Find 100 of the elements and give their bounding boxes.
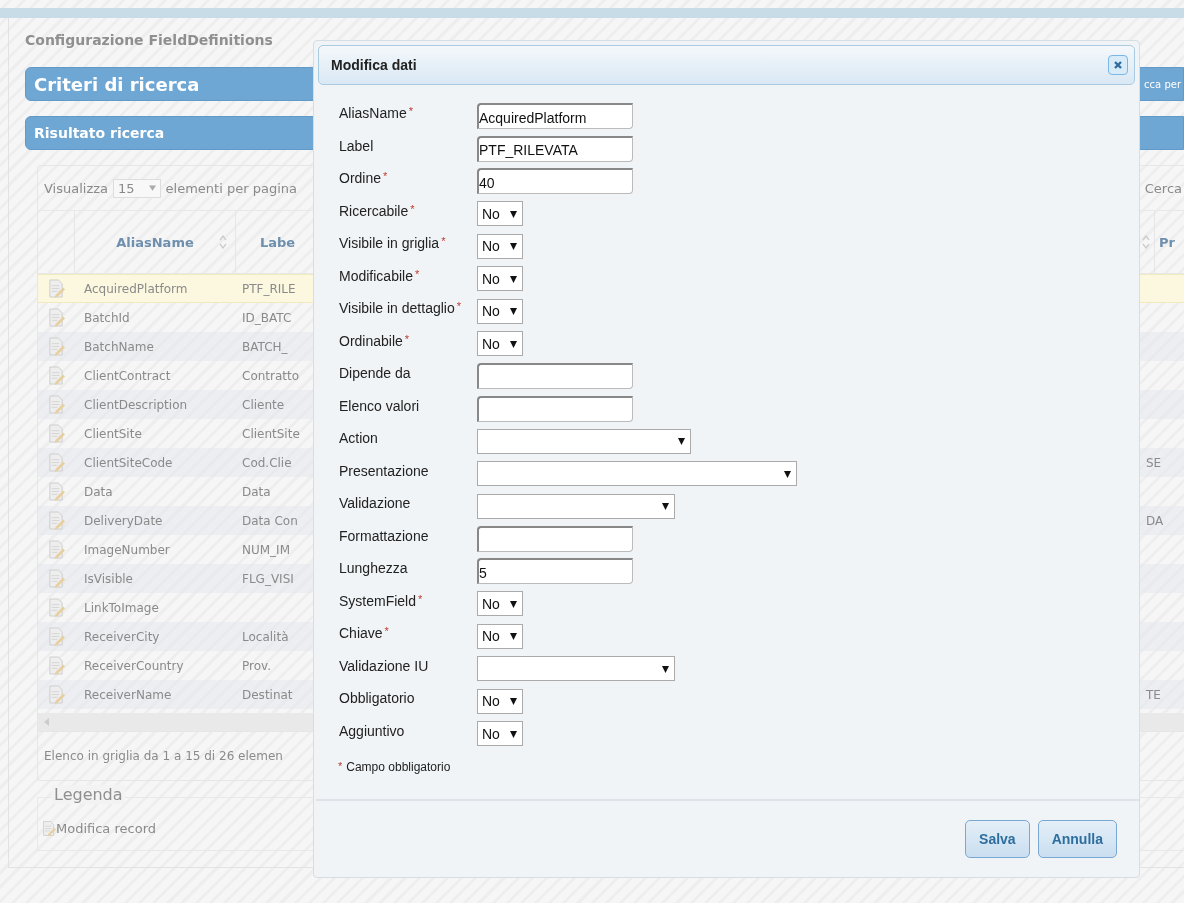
input-field[interactable]: 40: [477, 168, 633, 195]
caret-icon: [784, 469, 791, 478]
table-row[interactable]: [1140, 274, 1184, 303]
select-field[interactable]: No: [477, 201, 523, 227]
table-row[interactable]: SE: [1140, 448, 1184, 477]
table-row[interactable]: ClientContract Contratto: [38, 361, 313, 390]
edit-icon[interactable]: [47, 337, 65, 356]
table-row[interactable]: BatchName BATCH_: [38, 332, 313, 361]
caret-icon: [510, 632, 517, 641]
caret-icon: [662, 502, 669, 511]
input-field[interactable]: AcquiredPlatform: [477, 103, 633, 130]
table-row[interactable]: [1140, 564, 1184, 593]
table-row[interactable]: IsVisible FLG_VISI: [38, 564, 313, 593]
column-header[interactable]: Pr: [1159, 234, 1175, 250]
table-cell-text: ClientDescription: [83, 397, 189, 412]
save-button[interactable]: Salva: [965, 820, 1030, 858]
page-size-select[interactable]: 15: [113, 178, 161, 198]
table-row[interactable]: ReceiverCountry Prov.: [38, 651, 313, 680]
grid-summary: Elenco in griglia da 1 a 15 di 26 elemen: [44, 749, 283, 763]
cancel-button[interactable]: Annulla: [1037, 820, 1117, 858]
table-cell-text: ReceiverName: [83, 687, 173, 702]
edit-icon[interactable]: [47, 656, 65, 675]
select-field[interactable]: [477, 461, 797, 487]
select-field[interactable]: [477, 656, 675, 682]
close-icon: [1113, 60, 1123, 70]
table-row[interactable]: ClientSiteCode Cod.Clie: [38, 448, 313, 477]
select-field[interactable]: No: [477, 591, 523, 617]
edit-icon: [42, 820, 56, 837]
input-field[interactable]: PTF_RILEVATA: [477, 135, 633, 162]
select-field[interactable]: No: [477, 688, 523, 714]
table-cell-text: Prov.: [241, 658, 273, 673]
table-row[interactable]: ReceiverCity Località: [38, 622, 313, 651]
edit-icon[interactable]: [47, 453, 65, 472]
table-cell-text: BatchName: [83, 339, 155, 354]
select-field[interactable]: No: [477, 233, 523, 259]
sort-icon[interactable]: [219, 235, 227, 249]
table-cell-text: Data: [83, 484, 114, 499]
close-button[interactable]: [1108, 55, 1128, 75]
table-row[interactable]: ReceiverName Destinat: [38, 680, 313, 709]
edit-icon[interactable]: [47, 511, 65, 530]
sort-icon[interactable]: [1142, 235, 1150, 249]
select-field[interactable]: No: [477, 623, 523, 649]
edit-icon[interactable]: [47, 540, 65, 559]
edit-icon[interactable]: [47, 279, 65, 298]
select-field[interactable]: [477, 428, 691, 454]
table-row[interactable]: ImageNumber NUM_IM: [38, 535, 313, 564]
input-field[interactable]: [477, 395, 633, 422]
table-cell-text: Contratto: [241, 368, 301, 383]
select-field[interactable]: No: [477, 298, 523, 324]
table-cell-text: PTF_RILE: [241, 281, 297, 296]
table-row[interactable]: [1140, 332, 1184, 361]
caret-icon: [510, 307, 517, 316]
field-label: Ordinabile: [339, 332, 403, 349]
column-header[interactable]: Labe: [260, 234, 296, 250]
edit-icon[interactable]: [47, 685, 65, 704]
required-note: Campo obbligatorio: [346, 760, 451, 774]
select-field[interactable]: No: [477, 331, 523, 357]
edit-icon[interactable]: [47, 482, 65, 501]
select-field[interactable]: No: [477, 266, 523, 292]
table-cell-text: ClientSite: [241, 426, 301, 441]
table-row[interactable]: BatchId ID_BATC: [38, 303, 313, 332]
edit-icon[interactable]: [47, 424, 65, 443]
input-field[interactable]: [477, 363, 633, 390]
required-mark: *: [338, 760, 343, 772]
select-field[interactable]: No: [477, 721, 523, 747]
table-row[interactable]: AcquiredPlatform PTF_RILE: [38, 274, 313, 303]
table-row[interactable]: Data Data: [38, 477, 313, 506]
input-field[interactable]: 5: [477, 558, 633, 585]
table-row[interactable]: DA: [1140, 506, 1184, 535]
field-label: Formattazione: [339, 527, 429, 544]
field-label: Modificabile: [339, 267, 413, 284]
edit-icon[interactable]: [47, 366, 65, 385]
table-row[interactable]: [1140, 622, 1184, 651]
field-label: Presentazione: [339, 462, 429, 479]
table-row[interactable]: LinkToImage: [38, 593, 313, 622]
table-row[interactable]: ClientDescription Cliente: [38, 390, 313, 419]
caret-icon: [662, 664, 669, 673]
edit-icon[interactable]: [47, 598, 65, 617]
table-cell-text: Località: [241, 629, 290, 644]
column-header[interactable]: AliasName: [116, 234, 194, 250]
edit-icon[interactable]: [47, 395, 65, 414]
caret-icon: [510, 339, 517, 348]
table-row[interactable]: ClientSite ClientSite: [38, 419, 313, 448]
edit-icon[interactable]: [47, 569, 65, 588]
edit-icon[interactable]: [47, 627, 65, 646]
table-cell-text: FLG_VISI: [241, 571, 295, 586]
field-label: Validazione: [339, 495, 411, 512]
table-cell-text: Data Con: [241, 513, 299, 528]
required-mark: *: [456, 300, 461, 313]
field-label: SystemField: [339, 592, 417, 609]
input-field[interactable]: [477, 525, 633, 552]
edit-icon[interactable]: [47, 308, 65, 327]
table-row[interactable]: TE: [1140, 680, 1184, 709]
scroll-left-icon[interactable]: [44, 718, 49, 726]
table-row[interactable]: [1140, 390, 1184, 419]
table-cell-text: BatchId: [83, 310, 131, 325]
required-mark: *: [384, 625, 389, 638]
table-cell-text: TE: [1145, 687, 1162, 702]
table-row[interactable]: DeliveryDate Data Con: [38, 506, 313, 535]
select-field[interactable]: [477, 493, 675, 519]
